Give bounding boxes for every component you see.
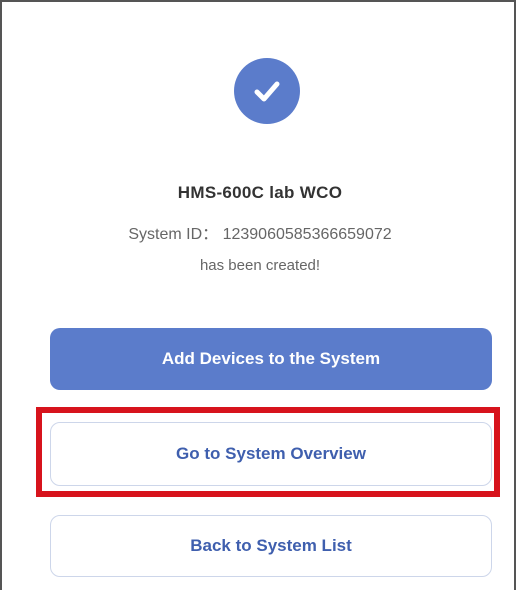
back-to-list-button[interactable]: Back to System List [50, 515, 492, 577]
success-check-icon [234, 58, 300, 124]
success-screen: HMS-600C lab WCO System ID： 123906058536… [0, 0, 516, 590]
highlight-box [36, 407, 500, 497]
system-id: System ID： 1239060585366659072 [128, 226, 392, 243]
status-message: has been created! [199, 257, 321, 274]
check-icon [254, 81, 280, 102]
system-name: HMS-600C lab WCO [177, 183, 343, 202]
add-devices-button[interactable]: Add Devices to the System [50, 328, 492, 390]
